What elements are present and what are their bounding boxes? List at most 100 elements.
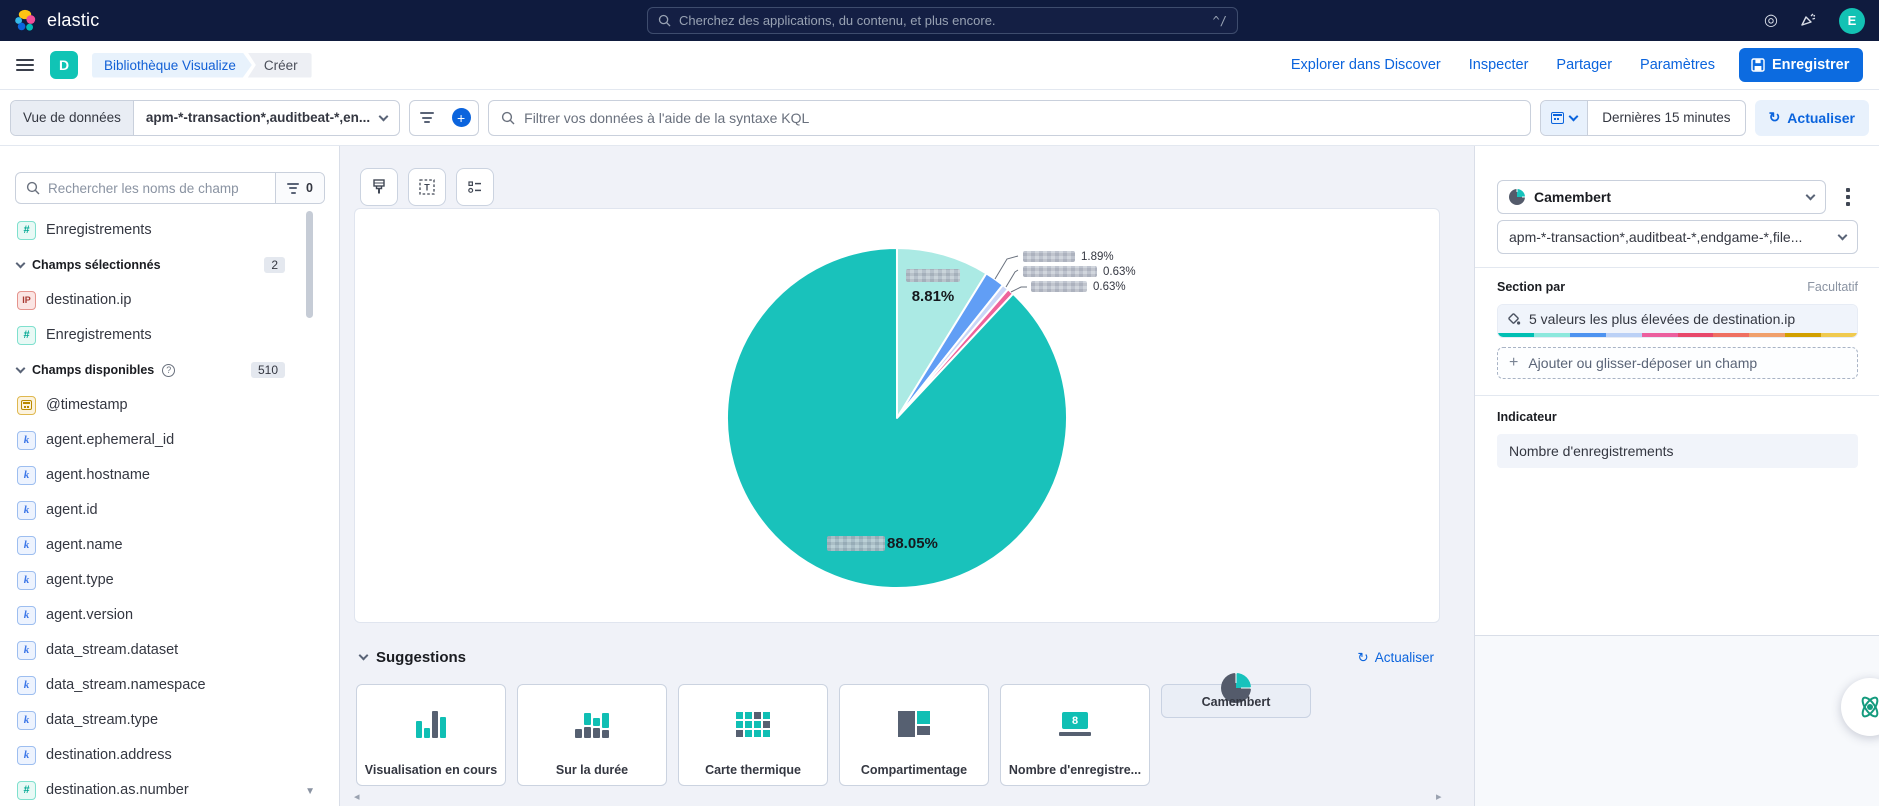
- refresh-icon: ↻: [1357, 650, 1368, 666]
- action-link-3[interactable]: Paramètres: [1640, 57, 1715, 73]
- field-section-header-0[interactable]: Champs sélectionnés2: [17, 253, 285, 277]
- palette-strip: [1498, 333, 1857, 337]
- suggestion-label: Sur la durée: [522, 763, 662, 777]
- metric-dimension-trigger[interactable]: Nombre d'enregistrements: [1497, 434, 1858, 468]
- chevron-down-icon: [16, 259, 26, 269]
- help-icon[interactable]: ◎: [1764, 13, 1778, 29]
- field-search-input[interactable]: Rechercher les noms de champ 0: [15, 172, 325, 204]
- filter-controls: +: [409, 100, 479, 136]
- legend-settings-button[interactable]: [456, 168, 494, 206]
- calendar-dropdown-button[interactable]: [1541, 101, 1588, 135]
- layer-actions-menu-icon[interactable]: [1838, 188, 1858, 206]
- sidebar-scrollbar[interactable]: [306, 211, 313, 318]
- data-view-value[interactable]: apm-*-transaction*,auditbeat-*,en...: [134, 101, 399, 135]
- suggestion-card-2[interactable]: Carte thermique: [678, 684, 828, 786]
- suggestions-title: Suggestions: [376, 649, 466, 666]
- treemap-icon: [898, 711, 930, 737]
- time-range-value[interactable]: Dernières 15 minutes: [1588, 101, 1744, 135]
- field-section-header-1[interactable]: Champs disponibles?510: [17, 358, 285, 382]
- field-item-agent.version[interactable]: kagent.version: [17, 603, 285, 627]
- suggestion-card-1[interactable]: Sur la durée: [517, 684, 667, 786]
- app-badge[interactable]: D: [50, 51, 78, 79]
- menu-hamburger-icon[interactable]: [16, 59, 34, 71]
- field-item-destination.as.number[interactable]: #destination.as.number: [17, 778, 285, 802]
- field-item-destination.address[interactable]: kdestination.address: [17, 743, 285, 767]
- action-link-1[interactable]: Inspecter: [1469, 57, 1529, 73]
- add-filter-button[interactable]: +: [444, 101, 478, 135]
- field-item-agent.id[interactable]: kagent.id: [17, 498, 285, 522]
- field-item-agent.type[interactable]: kagent.type: [17, 568, 285, 592]
- global-search-input[interactable]: Cherchez des applications, du contenu, e…: [647, 7, 1238, 34]
- ip-field-icon: IP: [17, 291, 36, 310]
- scroll-down-arrow-icon[interactable]: ▼: [305, 786, 315, 797]
- info-icon[interactable]: ?: [162, 364, 175, 377]
- chevron-down-icon: [16, 364, 26, 374]
- section-count-badge: 2: [264, 257, 285, 273]
- field-item-Enregistrements[interactable]: #Enregistrements: [17, 323, 285, 347]
- field-item-Enregistrements[interactable]: #Enregistrements: [17, 218, 285, 242]
- suggestion-card-0[interactable]: Visualisation en cours: [356, 684, 506, 786]
- chevron-down-icon[interactable]: [359, 651, 369, 661]
- field-item-agent.hostname[interactable]: kagent.hostname: [17, 463, 285, 487]
- add-dimension-button[interactable]: + Ajouter ou glisser-déposer un champ: [1497, 347, 1858, 379]
- field-name: data_stream.namespace: [46, 677, 206, 693]
- divider: [1475, 395, 1879, 396]
- newsfeed-icon[interactable]: [1800, 12, 1817, 29]
- keyword-field-icon: k: [17, 711, 36, 730]
- palette-icon: [1507, 312, 1521, 326]
- kql-search-input[interactable]: Filtrer vos données à l'aide de la synta…: [488, 100, 1531, 136]
- suggestion-label: Compartimentage: [844, 763, 984, 777]
- chevron-down-icon: [1806, 191, 1816, 201]
- slice-label-main: 88.05%: [827, 535, 938, 552]
- suggestion-cards: Visualisation en cours Sur la durée Carte …: [356, 684, 1311, 786]
- optional-label: Facultatif: [1807, 280, 1858, 294]
- toolbar-actions: Explorer dans Discover Inspecter Partager P…: [1291, 57, 1715, 73]
- suggestions-refresh-link[interactable]: ↻ Actualiser: [1357, 650, 1434, 666]
- field-filter-button[interactable]: 0: [275, 173, 324, 203]
- svg-text:T: T: [424, 183, 430, 193]
- user-avatar[interactable]: E: [1839, 8, 1865, 34]
- search-icon: [26, 181, 40, 195]
- field-item-@timestamp[interactable]: @timestamp: [17, 393, 285, 417]
- suggestion-card-4[interactable]: 8Nombre d'enregistre...: [1000, 684, 1150, 786]
- field-item-agent.name[interactable]: kagent.name: [17, 533, 285, 557]
- field-item-data_stream.dataset[interactable]: kdata_stream.dataset: [17, 638, 285, 662]
- save-button[interactable]: Enregistrer: [1739, 48, 1863, 82]
- elastic-logo-icon[interactable]: [14, 9, 38, 33]
- plus-icon: +: [1509, 354, 1518, 372]
- brand: elastic: [14, 9, 99, 33]
- scroll-right-arrow-icon[interactable]: ▸: [1436, 790, 1442, 803]
- refresh-icon: ↻: [1769, 109, 1781, 126]
- chart-type-select[interactable]: Camembert: [1497, 180, 1826, 214]
- action-link-2[interactable]: Partager: [1556, 57, 1612, 73]
- scroll-left-arrow-icon[interactable]: ◂: [354, 790, 360, 803]
- breadcrumb-create: Créer: [248, 53, 312, 78]
- field-item-data_stream.namespace[interactable]: kdata_stream.namespace: [17, 673, 285, 697]
- keyword-field-icon: k: [17, 641, 36, 660]
- dimension-trigger[interactable]: 5 valeurs les plus élevées de destinatio…: [1497, 304, 1858, 338]
- data-view-picker[interactable]: Vue de données apm-*-transaction*,auditb…: [10, 100, 400, 136]
- paintbrush-settings-button[interactable]: [360, 168, 398, 206]
- breadcrumb-visualize-library[interactable]: Bibliothèque Visualize: [92, 53, 252, 78]
- field-item-agent.ephemeral_id[interactable]: kagent.ephemeral_id: [17, 428, 285, 452]
- suggestion-card-5[interactable]: Camembert: [1161, 684, 1311, 718]
- visualization-workspace: T: [340, 146, 1474, 806]
- refresh-button[interactable]: ↻ Actualiser: [1755, 100, 1869, 136]
- text-labels-button[interactable]: T: [408, 168, 446, 206]
- field-item-data_stream.type[interactable]: kdata_stream.type: [17, 708, 285, 732]
- suggestion-card-3[interactable]: Compartimentage: [839, 684, 989, 786]
- main-content: Rechercher les noms de champ 0 #Enregist…: [0, 146, 1879, 806]
- field-name: Enregistrements: [46, 327, 152, 343]
- field-item-destination.ip[interactable]: IPdestination.ip: [17, 288, 285, 312]
- action-link-0[interactable]: Explorer dans Discover: [1291, 57, 1441, 73]
- pie-callout-labels: 1.89% 0.63% 0.63%: [1023, 249, 1136, 294]
- search-icon: [658, 14, 671, 27]
- search-icon: [501, 111, 515, 125]
- filter-icon[interactable]: [410, 101, 444, 135]
- text-box-icon: T: [418, 178, 436, 196]
- global-search-placeholder: Cherchez des applications, du contenu, e…: [679, 13, 996, 28]
- layer-index-pattern-select[interactable]: apm-*-transaction*,auditbeat-*,endgame-*…: [1497, 220, 1858, 254]
- legend-icon: [466, 178, 484, 196]
- chevron-down-icon: [1569, 111, 1579, 121]
- chart-toolbar: T: [360, 168, 494, 206]
